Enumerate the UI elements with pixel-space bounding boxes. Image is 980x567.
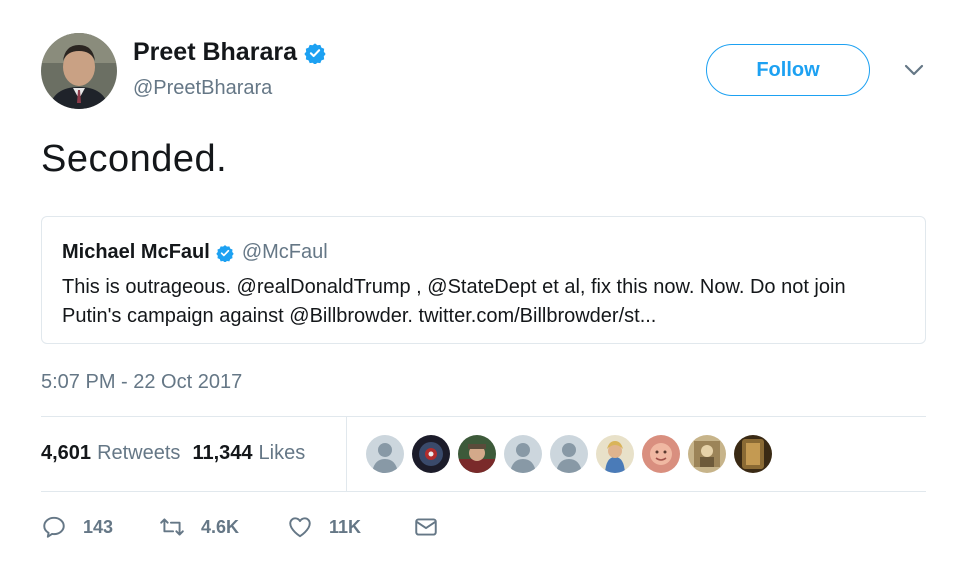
liker-avatar[interactable] [504,435,542,473]
liker-avatar[interactable] [596,435,634,473]
author-handle[interactable]: @PreetBharara [133,77,272,100]
liker-avatar[interactable] [734,435,772,473]
tweet-timestamp[interactable]: 5:07 PM - 22 Oct 2017 [41,371,242,394]
verified-badge-icon [216,244,234,262]
likes-label[interactable]: Likes [259,442,306,465]
reply-button[interactable]: 143 [41,514,159,540]
quoted-tweet-header: Michael McFaul @McFaul [62,241,328,264]
engagement-stats: 4,601 Retweets 11,344 Likes [41,442,317,465]
quoted-handle: @McFaul [241,241,328,263]
author-name-row: Preet Bharara [133,38,326,67]
retweet-button[interactable]: 4.6K [159,514,287,540]
envelope-icon [415,518,437,536]
liker-avatars [366,435,780,473]
verified-badge-icon [304,42,326,64]
quoted-tweet-text: This is outrageous. @realDonaldTrump , @… [62,276,846,327]
heart-icon [289,517,311,538]
divider [41,416,926,417]
likes-count[interactable]: 11,344 [192,442,252,465]
liker-avatar[interactable] [642,435,680,473]
reply-icon [43,516,65,538]
like-button[interactable]: 11K [287,514,413,540]
follow-button[interactable]: Follow [706,44,870,96]
liker-avatar[interactable] [688,435,726,473]
like-count: 11K [329,516,362,537]
retweets-count[interactable]: 4,601 [41,442,91,465]
tweet-text: Seconded. [41,138,228,180]
liker-avatar[interactable] [412,435,450,473]
stats-divider [346,416,347,492]
author-avatar[interactable] [41,33,117,109]
reply-count: 143 [83,516,114,537]
liker-avatar[interactable] [550,435,588,473]
retweet-count: 4.6K [201,516,240,537]
author-display-name[interactable]: Preet Bharara [133,38,297,67]
quoted-display-name: Michael McFaul [62,241,210,263]
retweet-icon [160,518,184,536]
liker-avatar[interactable] [458,435,496,473]
quoted-tweet-card[interactable]: Michael McFaul @McFaul This is outrageou… [41,216,926,344]
chevron-down-icon[interactable] [903,62,925,78]
liker-avatar[interactable] [366,435,404,473]
tweet-actions: 143 4.6K 11K [41,514,439,540]
direct-message-button[interactable] [413,514,439,540]
divider [41,491,926,492]
retweets-label[interactable]: Retweets [97,442,180,465]
